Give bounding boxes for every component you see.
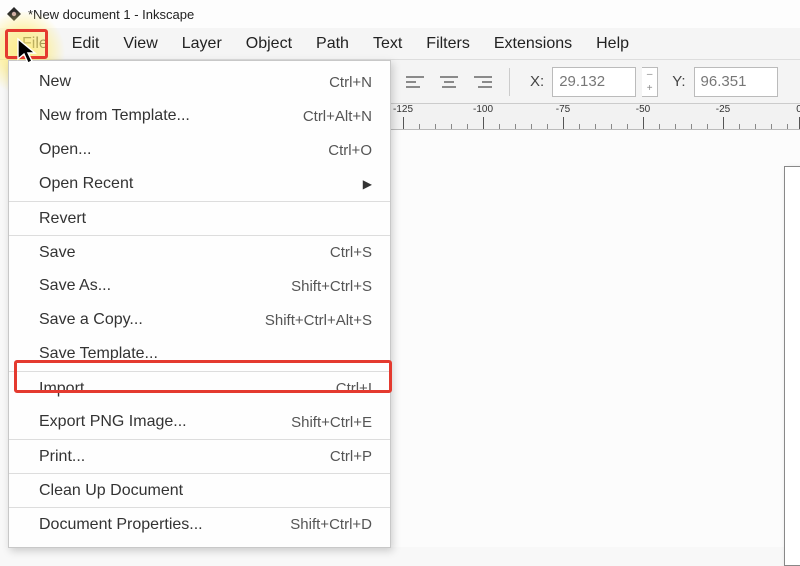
file-menu-new[interactable]: New Ctrl+N (9, 65, 390, 99)
file-menu-new-from-template[interactable]: New from Template... Ctrl+Alt+N (9, 99, 390, 133)
menu-item-shortcut: Shift+Ctrl+Alt+S (265, 312, 372, 329)
menu-item-label: Document Properties... (39, 516, 203, 534)
ruler-tick-label: -100 (473, 104, 493, 115)
x-spinner[interactable]: ‒+ (642, 67, 658, 97)
menu-item-label: Save Template... (39, 345, 158, 363)
horizontal-ruler: -125 -100 -75 -50 -25 0 (391, 104, 800, 130)
menu-item-shortcut: Shift+Ctrl+D (290, 516, 372, 533)
title-bar: *New document 1 - Inkscape (0, 0, 800, 28)
menu-item-label: Save As... (39, 277, 111, 295)
file-menu-save-as[interactable]: Save As... Shift+Ctrl+S (9, 269, 390, 303)
menu-item-shortcut: Ctrl+S (330, 244, 372, 261)
file-dropdown: New Ctrl+N New from Template... Ctrl+Alt+N O… (8, 60, 391, 548)
menu-item-label: Revert (39, 210, 86, 228)
y-label: Y: (672, 73, 685, 90)
tool-controls-bar: X: 29.132 ‒+ Y: 96.351 (391, 60, 800, 104)
ruler-tick-label: -75 (556, 104, 570, 115)
y-input[interactable]: 96.351 (694, 67, 778, 97)
menu-item-shortcut: Ctrl+Alt+N (303, 108, 372, 125)
align-right-icon[interactable] (469, 68, 497, 96)
menu-path[interactable]: Path (304, 30, 361, 58)
menu-item-label: Save (39, 244, 75, 262)
toolbar-separator (509, 68, 510, 96)
menu-bar: File Edit View Layer Object Path Text Fi… (0, 28, 800, 60)
menu-file[interactable]: File (10, 30, 60, 58)
menu-item-label: Open Recent (39, 175, 133, 193)
menu-item-shortcut: Ctrl+N (329, 74, 372, 91)
menu-item-label: Save a Copy... (39, 311, 143, 329)
file-menu-clean-up-document[interactable]: Clean Up Document (9, 473, 390, 507)
file-menu-print[interactable]: Print... Ctrl+P (9, 439, 390, 473)
ruler-tick-label: -50 (636, 104, 650, 115)
menu-item-shortcut: Shift+Ctrl+S (291, 278, 372, 295)
x-input[interactable]: 29.132 (552, 67, 636, 97)
menu-item-label: New from Template... (39, 107, 190, 125)
align-center-icon[interactable] (435, 68, 463, 96)
menu-layer[interactable]: Layer (170, 30, 234, 58)
ruler-tick-label: 0 (796, 104, 800, 115)
file-menu-open[interactable]: Open... Ctrl+O (9, 133, 390, 167)
file-menu-open-recent[interactable]: Open Recent ▶ (9, 167, 390, 201)
file-menu-save-a-copy[interactable]: Save a Copy... Shift+Ctrl+Alt+S (9, 303, 390, 337)
menu-item-shortcut: Ctrl+O (328, 142, 372, 159)
spin-up-icon[interactable]: ‒ (642, 68, 657, 82)
menu-item-label: New (39, 73, 71, 91)
window-title: *New document 1 - Inkscape (28, 7, 194, 22)
file-menu-import[interactable]: Import... Ctrl+I (9, 371, 390, 405)
ruler-tick-label: -125 (393, 104, 413, 115)
menu-item-label: Print... (39, 448, 85, 466)
menu-view[interactable]: View (111, 30, 169, 58)
page (784, 166, 800, 566)
app-icon (6, 6, 22, 22)
menu-item-shortcut: Ctrl+P (330, 448, 372, 465)
file-menu-revert[interactable]: Revert (9, 201, 390, 235)
menu-edit[interactable]: Edit (60, 30, 112, 58)
ruler-tick-label: -25 (716, 104, 730, 115)
submenu-arrow-icon: ▶ (363, 177, 372, 191)
menu-item-label: Open... (39, 141, 91, 159)
file-menu-document-properties[interactable]: Document Properties... Shift+Ctrl+D (9, 507, 390, 541)
file-menu-save-template[interactable]: Save Template... (9, 337, 390, 371)
canvas[interactable] (391, 130, 800, 547)
spin-down-icon[interactable]: + (642, 82, 657, 96)
menu-text[interactable]: Text (361, 30, 414, 58)
menu-item-label: Import... (39, 380, 98, 398)
menu-item-label: Export PNG Image... (39, 413, 187, 431)
menu-item-shortcut: Ctrl+I (336, 380, 372, 397)
menu-item-shortcut: Shift+Ctrl+E (291, 414, 372, 431)
menu-item-label: Clean Up Document (39, 482, 183, 500)
align-left-icon[interactable] (401, 68, 429, 96)
file-menu-export-png-image[interactable]: Export PNG Image... Shift+Ctrl+E (9, 405, 390, 439)
menu-help[interactable]: Help (584, 30, 641, 58)
menu-object[interactable]: Object (234, 30, 304, 58)
x-label: X: (530, 73, 544, 90)
menu-filters[interactable]: Filters (414, 30, 482, 58)
file-menu-save[interactable]: Save Ctrl+S (9, 235, 390, 269)
menu-extensions[interactable]: Extensions (482, 30, 584, 58)
